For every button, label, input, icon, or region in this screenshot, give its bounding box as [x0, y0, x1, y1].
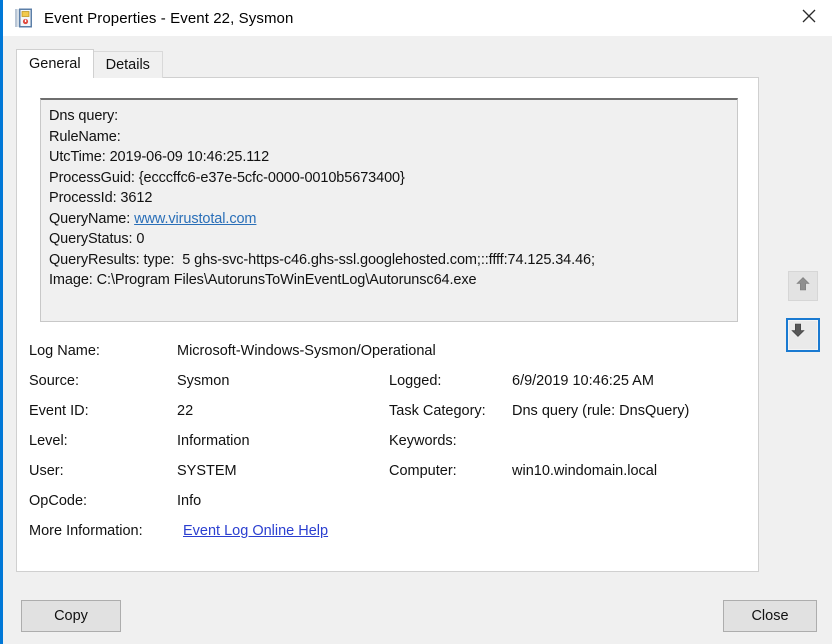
event-id-label: Event ID:: [29, 403, 89, 419]
general-tab-panel: Dns query: RuleName: UtcTime: 2019-06-09…: [16, 77, 759, 572]
close-icon[interactable]: [786, 0, 832, 32]
user-label: User:: [29, 463, 64, 479]
keywords-label: Keywords:: [389, 433, 457, 449]
user-value: SYSTEM: [177, 463, 237, 479]
level-label: Level:: [29, 433, 68, 449]
event-description-box[interactable]: Dns query: RuleName: UtcTime: 2019-06-09…: [40, 98, 738, 322]
opcode-value: Info: [177, 493, 202, 509]
computer-label: Computer:: [389, 463, 457, 479]
previous-event-button[interactable]: [788, 271, 818, 301]
logged-value: 6/9/2019 10:46:25 AM: [512, 373, 654, 389]
opcode-label: OpCode:: [29, 493, 88, 509]
level-value: Information: [177, 433, 250, 449]
window-title: Event Properties - Event 22, Sysmon: [44, 9, 294, 27]
log-name-label: Log Name:: [29, 343, 100, 359]
detail-row-more-information: More Information: Event Log Online Help: [29, 523, 747, 553]
detail-row-opcode: OpCode: Info: [29, 493, 747, 523]
task-category-label: Task Category:: [389, 403, 486, 419]
event-detail-grid: Log Name: Microsoft-Windows-Sysmon/Opera…: [29, 343, 747, 553]
next-event-button[interactable]: [786, 318, 820, 352]
detail-row-event-id: Event ID: 22 Task Category: Dns query (r…: [29, 403, 747, 433]
more-information-label: More Information:: [29, 523, 143, 539]
tab-general[interactable]: General: [16, 49, 94, 78]
detail-row-level: Level: Information Keywords:: [29, 433, 747, 463]
title-bar: Event Properties - Event 22, Sysmon: [3, 0, 832, 36]
event-id-value: 22: [177, 403, 194, 419]
detail-row-source: Source: Sysmon Logged: 6/9/2019 10:46:25…: [29, 373, 747, 403]
event-description-text: Dns query: RuleName: UtcTime: 2019-06-09…: [49, 108, 595, 288]
event-log-icon: [13, 7, 35, 29]
arrow-down-icon: [789, 323, 807, 343]
detail-row-log-name: Log Name: Microsoft-Windows-Sysmon/Opera…: [29, 343, 747, 373]
arrow-up-icon: [794, 275, 812, 297]
next-event-button-inner: [788, 320, 818, 350]
computer-value: win10.windomain.local: [512, 463, 658, 479]
tab-details[interactable]: Details: [92, 51, 163, 78]
logged-label: Logged:: [389, 373, 442, 389]
event-log-online-help-link[interactable]: Event Log Online Help: [183, 523, 328, 539]
source-value: Sysmon: [177, 373, 230, 389]
log-name-value: Microsoft-Windows-Sysmon/Operational: [177, 343, 436, 359]
query-name-link[interactable]: www.virustotal.com: [134, 211, 256, 227]
source-label: Source:: [29, 373, 79, 389]
task-category-value: Dns query (rule: DnsQuery): [512, 403, 690, 419]
tab-strip: General Details: [16, 49, 163, 78]
event-properties-window: Event Properties - Event 22, Sysmon Gene…: [0, 0, 832, 644]
copy-button[interactable]: Copy: [21, 600, 121, 632]
close-button[interactable]: Close: [723, 600, 817, 632]
detail-row-user: User: SYSTEM Computer: win10.windomain.l…: [29, 463, 747, 493]
